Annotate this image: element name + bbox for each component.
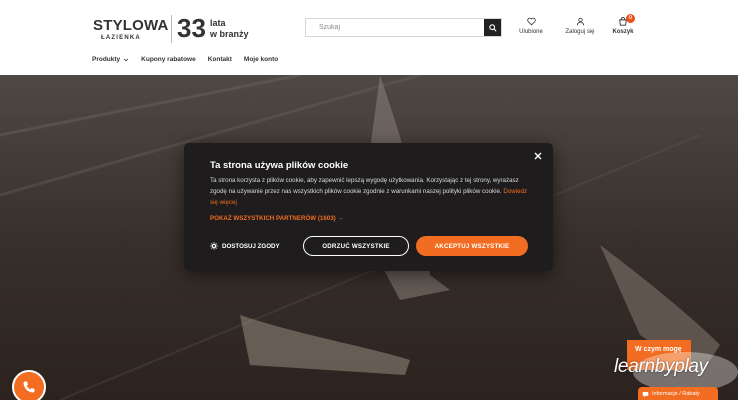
cookie-consent-dialog: Ta strona używa plików cookie Ta strona … bbox=[184, 143, 553, 271]
logo-divider bbox=[171, 15, 172, 43]
logo-years-text: lata w branży bbox=[210, 18, 270, 40]
search-box bbox=[305, 18, 502, 37]
watermark-text: learnbyplay bbox=[614, 356, 708, 377]
nav-item-products[interactable]: Produkty bbox=[92, 56, 129, 63]
gear-icon bbox=[210, 242, 218, 250]
logo[interactable]: STYLOWA ŁAZIENKA 33 lata w branży bbox=[93, 13, 253, 43]
nav-item-account[interactable]: Moje konto bbox=[244, 56, 278, 63]
call-button[interactable] bbox=[12, 370, 46, 400]
info-discounts-button[interactable]: Informacje / Rabaty bbox=[638, 387, 718, 400]
site-header: STYLOWA ŁAZIENKA 33 lata w branży Ulubio… bbox=[0, 0, 738, 75]
heart-icon bbox=[526, 17, 536, 26]
favorites-link[interactable]: Ulubione bbox=[511, 17, 551, 35]
cart-label: Koszyk bbox=[612, 29, 634, 35]
favorites-label: Ulubione bbox=[519, 29, 543, 35]
close-icon bbox=[534, 152, 542, 160]
show-partners-link[interactable]: POKAŻ WSZYSTKICH PARTNERÓW (1603) → bbox=[210, 215, 344, 222]
nav-item-label: Kupony rabatowe bbox=[141, 56, 196, 63]
nav-item-label: Produkty bbox=[92, 56, 121, 63]
chat-icon bbox=[642, 391, 649, 397]
chevron-down-icon bbox=[124, 58, 129, 61]
main-nav: Produkty Kupony rabatowe Kontakt Moje ko… bbox=[92, 56, 278, 63]
search-input[interactable] bbox=[306, 19, 484, 36]
logo-subtitle: ŁAZIENKA bbox=[101, 35, 141, 41]
nav-item-label: Moje konto bbox=[243, 56, 279, 63]
nav-item-contact[interactable]: Kontakt bbox=[208, 56, 232, 63]
nav-item-label: Kontakt bbox=[207, 56, 232, 63]
search-button[interactable] bbox=[484, 19, 501, 36]
logo-brand: STYLOWA bbox=[93, 17, 169, 34]
accept-all-button[interactable]: AKCEPTUJ WSZYSTKIE bbox=[416, 236, 528, 256]
phone-icon bbox=[23, 381, 35, 393]
logo-years: 33 bbox=[177, 13, 206, 43]
reject-all-button[interactable]: ODRZUĆ WSZYSTKIE bbox=[303, 236, 409, 256]
logo-years-line-2: w branży bbox=[210, 29, 249, 39]
close-button[interactable] bbox=[532, 149, 544, 161]
info-label: Informacje / Rabaty bbox=[652, 391, 700, 397]
nav-item-coupons[interactable]: Kupony rabatowe bbox=[141, 56, 196, 63]
cookie-title: Ta strona używa plików cookie bbox=[210, 160, 349, 171]
cart-count-badge: 0 bbox=[626, 14, 635, 23]
cookie-description: Ta strona korzysta z plików cookie, aby … bbox=[210, 175, 528, 208]
customize-consent-button[interactable]: DOSTOSUJ ZGODY bbox=[210, 242, 280, 250]
login-label: Zaloguj się bbox=[565, 29, 595, 35]
customize-label: DOSTOSUJ ZGODY bbox=[222, 242, 280, 250]
search-icon bbox=[488, 23, 497, 32]
logo-years-line-1: lata bbox=[210, 18, 226, 28]
user-icon bbox=[576, 17, 584, 26]
login-link[interactable]: Zaloguj się bbox=[560, 17, 600, 35]
cookie-body-text: Ta strona korzysta z plików cookie, aby … bbox=[210, 177, 519, 195]
cart-link[interactable]: 0 Koszyk bbox=[603, 14, 643, 35]
